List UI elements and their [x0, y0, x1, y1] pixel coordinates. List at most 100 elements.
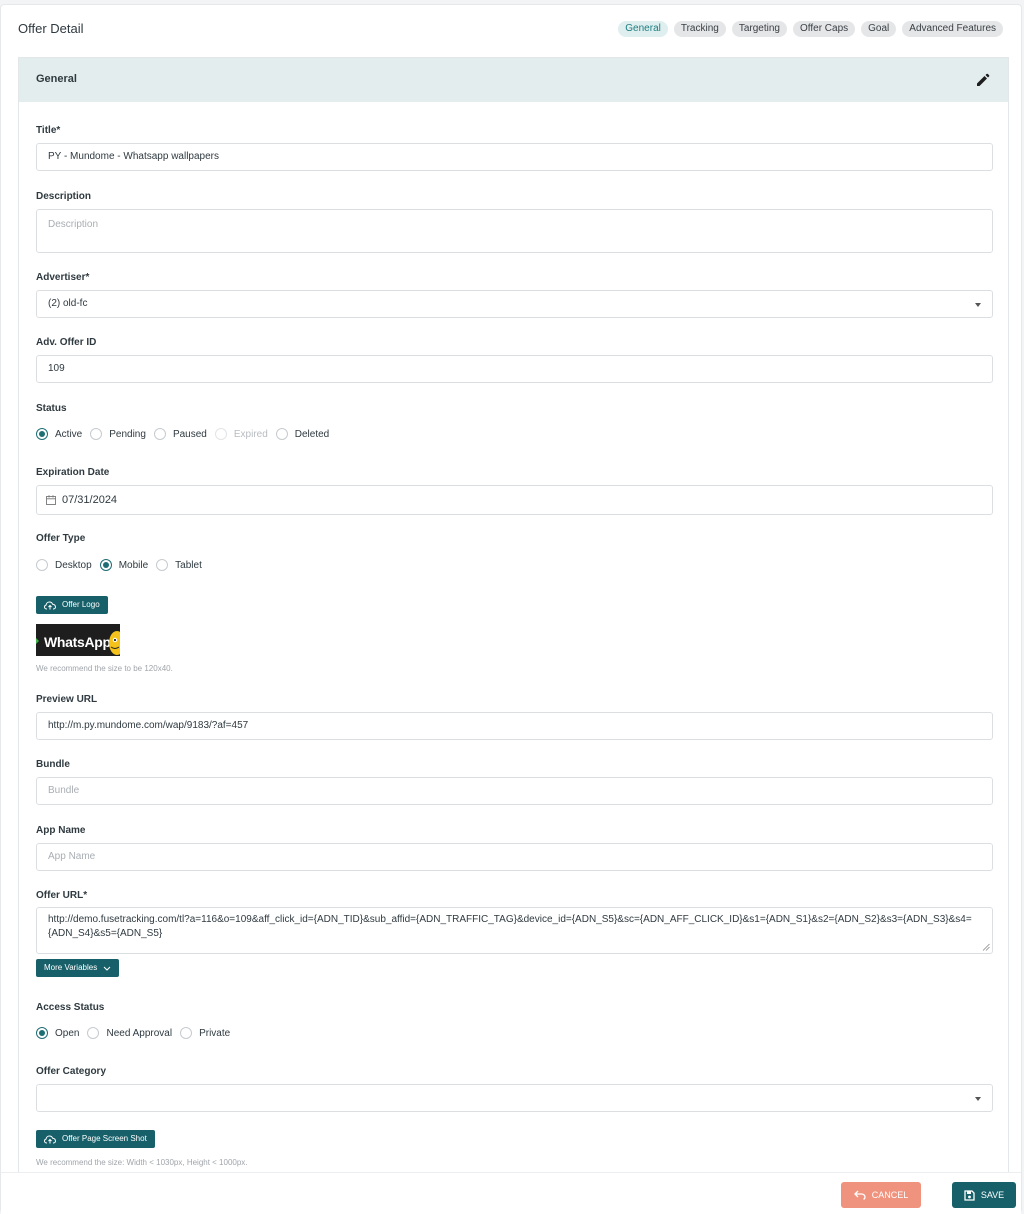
cancel-button[interactable]: CANCEL [841, 1182, 921, 1208]
radio-checked-icon [36, 428, 48, 440]
status-option-deleted[interactable]: Deleted [275, 428, 330, 440]
advertiser-select[interactable]: (2) old-fc [36, 290, 993, 318]
logo-character-icon [109, 631, 120, 655]
caret-down-icon [975, 303, 981, 307]
offer-screenshot-hint: We recommend the size: Width < 1030px, H… [36, 1158, 248, 1167]
calendar-icon [46, 495, 56, 505]
radio-icon [153, 428, 166, 440]
tab-advanced-features[interactable]: Advanced Features [902, 21, 1003, 37]
adv-offer-id-label: Adv. Offer ID [36, 337, 97, 348]
access-option-label: Open [55, 1027, 80, 1039]
tab-offer-caps[interactable]: Offer Caps [792, 21, 856, 37]
offer-type-option-desktop[interactable]: Desktop [36, 559, 92, 571]
bundle-label: Bundle [36, 759, 70, 770]
caret-down-icon [975, 1097, 981, 1101]
section-tabs: General Tracking Targeting Offer Caps Go… [618, 21, 1003, 37]
offer-logo-hint: We recommend the size to be 120x40. [36, 664, 173, 673]
pencil-icon[interactable] [975, 72, 991, 88]
access-option-label: Private [199, 1027, 231, 1039]
status-option-paused[interactable]: Paused [153, 428, 207, 440]
offer-type-radio-group: Desktop Mobile Tablet [36, 559, 210, 571]
radio-checked-icon [99, 559, 112, 571]
description-label: Description [36, 191, 92, 202]
undo-icon [853, 1190, 866, 1200]
adv-offer-id-input[interactable]: 109 [36, 355, 993, 383]
page-title: Offer Detail [18, 21, 84, 36]
offer-type-option-label: Mobile [118, 559, 149, 571]
preview-url-input[interactable]: http://m.py.mundome.com/wap/9183/?af=457 [36, 712, 993, 740]
cancel-label: CANCEL [871, 1190, 909, 1200]
chevron-down-icon [103, 966, 111, 971]
advertiser-value: (2) old-fc [48, 298, 88, 309]
status-option-label: Paused [172, 428, 207, 440]
status-label: Status [36, 403, 67, 414]
offer-logo-upload-button[interactable]: Offer Logo [36, 596, 108, 614]
access-option-open[interactable]: Open [36, 1027, 79, 1039]
section-title: General [36, 73, 77, 85]
radio-icon [214, 428, 227, 440]
radio-icon [36, 559, 48, 571]
status-option-label: Pending [109, 428, 146, 440]
more-variables-button[interactable]: More Variables [36, 959, 120, 977]
access-option-label: Need Approval [106, 1027, 173, 1039]
offer-logo-button-label: Offer Logo [62, 600, 100, 609]
access-option-need-approval[interactable]: Need Approval [87, 1027, 172, 1039]
tab-tracking[interactable]: Tracking [673, 21, 726, 37]
offer-category-select[interactable] [36, 1084, 993, 1112]
status-option-label: Active [55, 428, 83, 440]
expiration-date-label: Expiration Date [36, 467, 110, 478]
offer-logo-image: WhatsApp [36, 624, 120, 656]
radio-icon [156, 559, 169, 571]
status-option-pending[interactable]: Pending [90, 428, 146, 440]
offer-url-value: http://demo.fusetracking.com/tl?a=116&o=… [48, 914, 972, 939]
status-option-expired: Expired [214, 428, 268, 440]
description-textarea[interactable]: Description [36, 209, 993, 253]
save-button[interactable]: SAVE [952, 1182, 1016, 1208]
radio-icon [275, 428, 288, 440]
title-label: Title* [36, 125, 61, 136]
resize-handle-icon[interactable] [982, 943, 990, 951]
offer-url-label: Offer URL* [36, 890, 88, 901]
offer-type-option-label: Desktop [55, 559, 92, 571]
access-status-radio-group: Open Need Approval Private [36, 1027, 238, 1039]
expiration-date-input[interactable]: 07/31/2024 [36, 485, 993, 515]
preview-url-label: Preview URL [36, 694, 98, 705]
radio-icon [180, 1027, 193, 1039]
offer-detail-page: Offer Detail General Tracking Targeting … [0, 4, 1022, 1214]
offer-type-option-mobile[interactable]: Mobile [99, 559, 149, 571]
status-option-active[interactable]: Active [36, 428, 82, 440]
logo-text: WhatsApp [44, 634, 111, 650]
offer-url-textarea[interactable]: http://demo.fusetracking.com/tl?a=116&o=… [36, 907, 993, 954]
save-icon [964, 1189, 975, 1201]
offer-type-option-tablet[interactable]: Tablet [156, 559, 202, 571]
status-radio-group: Active Pending Paused Expired Deleted [36, 428, 337, 440]
expiration-date-value: 07/31/2024 [62, 494, 118, 506]
more-variables-label: More Variables [44, 963, 98, 972]
offer-screenshot-upload-button[interactable]: Offer Page Screen Shot [36, 1130, 155, 1148]
form-footer: CANCEL SAVE [1, 1172, 1021, 1214]
cloud-upload-icon [44, 600, 56, 609]
advertiser-label: Advertiser* [36, 272, 90, 283]
app-name-input[interactable]: App Name [36, 843, 993, 871]
radio-checked-icon [36, 1027, 48, 1039]
offer-type-label: Offer Type [36, 533, 86, 544]
tab-goal[interactable]: Goal [861, 21, 897, 37]
tab-targeting[interactable]: Targeting [731, 21, 787, 37]
general-card: General Title* PY - Mundome - Whatsapp w… [18, 57, 1009, 1177]
offer-category-label: Offer Category [36, 1066, 107, 1077]
status-option-label: Deleted [294, 428, 330, 440]
tab-general[interactable]: General [618, 21, 668, 37]
save-label: SAVE [980, 1190, 1005, 1200]
title-input[interactable]: PY - Mundome - Whatsapp wallpapers [36, 143, 993, 171]
top-bar: Offer Detail General Tracking Targeting … [1, 5, 1021, 55]
radio-icon [87, 1027, 100, 1039]
offer-type-option-label: Tablet [175, 559, 202, 571]
cloud-upload-icon [44, 1134, 56, 1143]
bundle-input[interactable]: Bundle [36, 777, 993, 805]
radio-icon [90, 428, 103, 440]
access-option-private[interactable]: Private [180, 1027, 230, 1039]
offer-screenshot-button-label: Offer Page Screen Shot [62, 1134, 147, 1143]
status-option-label: Expired [233, 428, 268, 440]
logo-accent-mark [36, 638, 39, 644]
access-status-label: Access Status [36, 1002, 105, 1013]
